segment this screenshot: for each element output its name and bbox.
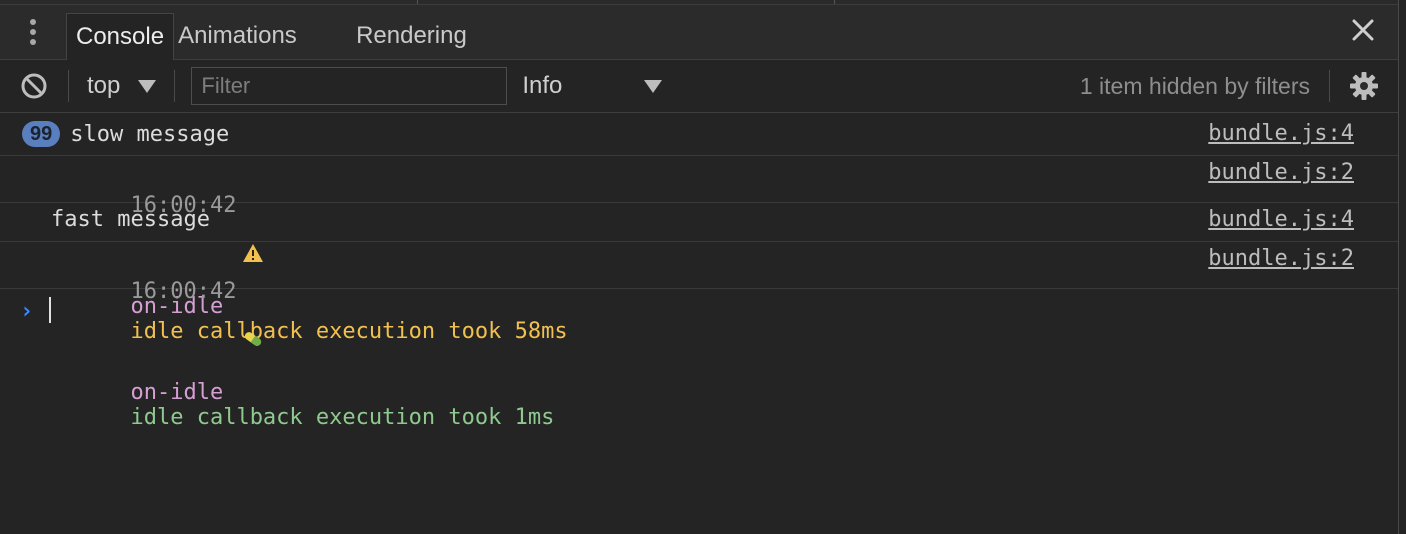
- tab-animations[interactable]: Animations: [174, 13, 340, 59]
- toolbar-divider: [174, 70, 176, 102]
- chevron-down-icon: [644, 79, 663, 93]
- message-text: fast message: [51, 207, 210, 232]
- prompt-chevron-icon: ›: [20, 299, 34, 324]
- context-label: top: [87, 72, 121, 99]
- tab-console-label: Console: [76, 23, 165, 50]
- hidden-items-status: 1 item hidden by filters: [1079, 73, 1310, 99]
- source-link[interactable]: bundle.js:4: [1208, 207, 1354, 232]
- console-message[interactable]: 99 slow message bundle.js:4: [0, 113, 1398, 156]
- message-text: slow message: [70, 121, 230, 147]
- console-message[interactable]: 16:00:42 on-idle idle callback execution…: [0, 242, 1398, 430]
- message-tag: on-idle: [130, 380, 224, 405]
- source-link[interactable]: bundle.js:2: [1208, 160, 1354, 185]
- text-cursor: [49, 297, 51, 323]
- chevron-down-icon: [138, 79, 157, 93]
- console-message[interactable]: 16:00:42 on-idle idle callback execution…: [0, 156, 1398, 344]
- tab-rendering-label: Rendering: [356, 22, 467, 49]
- console-settings-icon[interactable]: [1330, 60, 1398, 112]
- clear-console-icon[interactable]: [0, 60, 68, 112]
- more-tools-icon[interactable]: [0, 5, 66, 59]
- filter-input[interactable]: [191, 67, 508, 105]
- log-level-selector[interactable]: Info: [522, 60, 663, 112]
- console-message[interactable]: fast message bundle.js:4: [0, 203, 1398, 242]
- close-drawer-icon[interactable]: [1346, 13, 1380, 47]
- source-link[interactable]: bundle.js:2: [1208, 246, 1354, 271]
- console-prompt[interactable]: ›: [0, 289, 1398, 329]
- tab-rendering[interactable]: Rendering: [340, 13, 479, 59]
- source-link[interactable]: bundle.js:4: [1208, 121, 1354, 146]
- drawer-tab-bar: Console Animations Rendering: [0, 5, 1398, 60]
- tab-console[interactable]: Console: [66, 13, 175, 60]
- console-toolbar: top Info 1 item hidden by filters: [0, 60, 1398, 113]
- devtools-drawer: Console Animations Rendering top Info 1 …: [0, 0, 1399, 534]
- message-text: idle callback execution took 1ms: [130, 405, 555, 430]
- tab-animations-label: Animations: [178, 22, 297, 49]
- log-level-label: Info: [522, 72, 563, 99]
- context-selector[interactable]: top: [69, 60, 174, 112]
- repeat-count-badge: 99: [22, 121, 61, 147]
